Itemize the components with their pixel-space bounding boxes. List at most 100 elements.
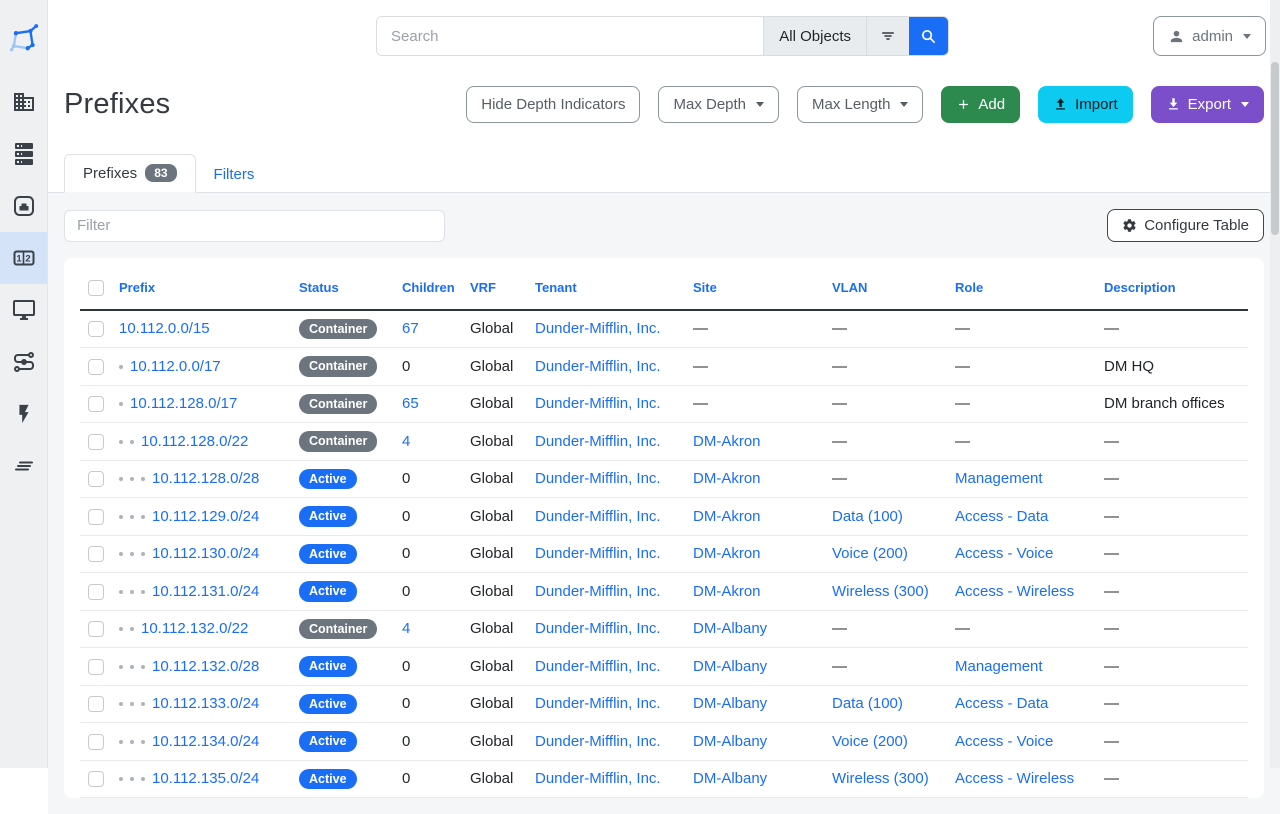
sidebar-item-provisioning[interactable] — [0, 440, 47, 492]
vlan-link[interactable]: Voice (200) — [832, 545, 908, 562]
row-checkbox[interactable] — [88, 434, 104, 450]
import-button[interactable]: Import — [1038, 86, 1133, 123]
row-checkbox[interactable] — [88, 696, 104, 712]
search-input[interactable] — [377, 17, 763, 55]
prefix-link[interactable]: 10.112.0.0/17 — [130, 358, 221, 375]
vlan-link[interactable]: Data (100) — [832, 508, 903, 525]
tenant-link[interactable]: Dunder-Mifflin, Inc. — [535, 433, 661, 450]
prefix-link[interactable]: 10.112.129.0/24 — [152, 508, 259, 525]
role-link[interactable]: Access - Voice — [955, 545, 1053, 562]
add-button[interactable]: Add — [941, 86, 1020, 123]
hide-depth-indicators-button[interactable]: Hide Depth Indicators — [466, 86, 640, 123]
column-header-children[interactable]: Children — [394, 266, 462, 310]
sidebar-item-connections[interactable] — [0, 180, 47, 232]
row-checkbox[interactable] — [88, 359, 104, 375]
site-link[interactable]: DM-Akron — [693, 433, 761, 450]
sidebar-item-devices[interactable] — [0, 128, 47, 180]
sidebar-item-ipam[interactable]: 1 2 — [0, 232, 47, 284]
netbox-logo[interactable] — [0, 0, 47, 76]
children-link[interactable]: 4 — [402, 433, 410, 450]
site-link[interactable]: DM-Akron — [693, 508, 761, 525]
row-checkbox[interactable] — [88, 321, 104, 337]
site-link[interactable]: DM-Akron — [693, 583, 761, 600]
column-header-vrf[interactable]: VRF — [462, 266, 527, 310]
column-header-tenant[interactable]: Tenant — [527, 266, 685, 310]
sidebar-item-virtualization[interactable] — [0, 284, 47, 336]
site-link[interactable]: DM-Akron — [693, 545, 761, 562]
children-link[interactable]: 67 — [402, 320, 419, 337]
max-depth-dropdown[interactable]: Max Depth — [658, 86, 779, 123]
sidebar-item-organization[interactable] — [0, 76, 47, 128]
prefix-link[interactable]: 10.112.130.0/24 — [152, 545, 259, 562]
site-link[interactable]: DM-Albany — [693, 620, 767, 637]
role-link[interactable]: Access - Data — [955, 695, 1048, 712]
tenant-link[interactable]: Dunder-Mifflin, Inc. — [535, 358, 661, 375]
column-header-status[interactable]: Status — [291, 266, 394, 310]
max-length-dropdown[interactable]: Max Length — [797, 86, 923, 123]
user-menu-button[interactable]: admin — [1153, 16, 1266, 56]
sidebar-item-circuits[interactable] — [0, 336, 47, 388]
configure-table-button[interactable]: Configure Table — [1107, 209, 1264, 242]
tenant-link[interactable]: Dunder-Mifflin, Inc. — [535, 395, 661, 412]
column-header-prefix[interactable]: Prefix — [111, 266, 291, 310]
site-link[interactable]: DM-Albany — [693, 770, 767, 787]
column-header-site[interactable]: Site — [685, 266, 824, 310]
tenant-link[interactable]: Dunder-Mifflin, Inc. — [535, 470, 661, 487]
prefix-link[interactable]: 10.112.131.0/24 — [152, 583, 259, 600]
tenant-link[interactable]: Dunder-Mifflin, Inc. — [535, 508, 661, 525]
row-checkbox[interactable] — [88, 734, 104, 750]
prefix-link[interactable]: 10.112.135.0/24 — [152, 770, 259, 787]
vlan-link[interactable]: Wireless (300) — [832, 770, 929, 787]
vlan-link[interactable]: Voice (200) — [832, 733, 908, 750]
row-checkbox[interactable] — [88, 659, 104, 675]
site-link[interactable]: DM-Albany — [693, 658, 767, 675]
role-link[interactable]: Access - Data — [955, 508, 1048, 525]
tab-prefixes[interactable]: Prefixes 83 — [64, 154, 196, 193]
tenant-link[interactable]: Dunder-Mifflin, Inc. — [535, 658, 661, 675]
role-link[interactable]: Access - Wireless — [955, 583, 1074, 600]
children-link[interactable]: 4 — [402, 620, 410, 637]
prefix-link[interactable]: 10.112.128.0/22 — [141, 433, 248, 450]
scrollbar-thumb[interactable] — [1271, 62, 1279, 235]
row-checkbox[interactable] — [88, 546, 104, 562]
prefix-link[interactable]: 10.112.128.0/17 — [130, 395, 237, 412]
vlan-link[interactable]: Wireless (300) — [832, 583, 929, 600]
site-link[interactable]: DM-Akron — [693, 470, 761, 487]
tenant-link[interactable]: Dunder-Mifflin, Inc. — [535, 695, 661, 712]
column-header-description[interactable]: Description — [1096, 266, 1248, 310]
row-checkbox[interactable] — [88, 771, 104, 787]
tenant-link[interactable]: Dunder-Mifflin, Inc. — [535, 545, 661, 562]
tenant-link[interactable]: Dunder-Mifflin, Inc. — [535, 770, 661, 787]
tenant-link[interactable]: Dunder-Mifflin, Inc. — [535, 320, 661, 337]
site-link[interactable]: DM-Albany — [693, 733, 767, 750]
table-filter-input[interactable] — [64, 210, 445, 242]
tenant-link[interactable]: Dunder-Mifflin, Inc. — [535, 583, 661, 600]
select-all-checkbox[interactable] — [88, 280, 104, 296]
tenant-link[interactable]: Dunder-Mifflin, Inc. — [535, 620, 661, 637]
prefix-link[interactable]: 10.112.128.0/28 — [152, 470, 259, 487]
vlan-link[interactable]: Data (100) — [832, 695, 903, 712]
search-filter-button[interactable] — [866, 17, 909, 55]
site-link[interactable]: DM-Albany — [693, 695, 767, 712]
row-checkbox[interactable] — [88, 584, 104, 600]
search-submit-button[interactable] — [909, 17, 948, 55]
row-checkbox[interactable] — [88, 621, 104, 637]
role-link[interactable]: Management — [955, 658, 1043, 675]
children-link[interactable]: 65 — [402, 395, 419, 412]
prefix-link[interactable]: 10.112.0.0/15 — [119, 320, 210, 337]
role-link[interactable]: Access - Voice — [955, 733, 1053, 750]
scrollbar-track[interactable] — [1270, 0, 1280, 768]
column-header-vlan[interactable]: VLAN — [824, 266, 947, 310]
row-checkbox[interactable] — [88, 396, 104, 412]
export-dropdown[interactable]: Export — [1151, 86, 1264, 123]
prefix-link[interactable]: 10.112.132.0/22 — [141, 620, 248, 637]
role-link[interactable]: Access - Wireless — [955, 770, 1074, 787]
prefix-link[interactable]: 10.112.132.0/28 — [152, 658, 259, 675]
row-checkbox[interactable] — [88, 471, 104, 487]
tab-filters[interactable]: Filters — [196, 157, 273, 193]
prefix-link[interactable]: 10.112.133.0/24 — [152, 695, 259, 712]
role-link[interactable]: Management — [955, 470, 1043, 487]
row-checkbox[interactable] — [88, 509, 104, 525]
sidebar-item-power[interactable] — [0, 388, 47, 440]
search-scope-button[interactable]: All Objects — [763, 17, 866, 55]
